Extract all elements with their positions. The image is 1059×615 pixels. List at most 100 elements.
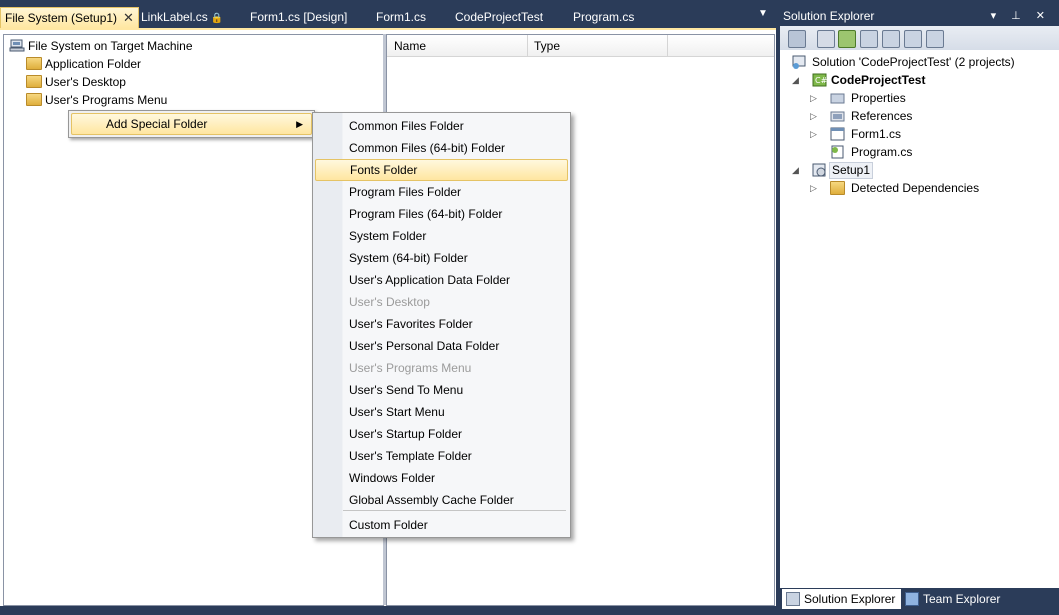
menu-item-users-startup[interactable]: User's Startup Folder <box>315 423 566 445</box>
file-system-editor-icon[interactable] <box>860 30 878 48</box>
setup-project-icon <box>812 163 826 177</box>
computer-icon <box>9 39 25 52</box>
menu-item-label: User's Application Data Folder <box>349 273 511 287</box>
column-header-name[interactable]: Name <box>387 35 528 56</box>
tree-item-properties[interactable]: ▷ Properties <box>810 89 1050 107</box>
menu-item-users-favorites[interactable]: User's Favorites Folder <box>315 313 566 335</box>
tab-label: Solution Explorer <box>804 592 896 606</box>
menu-item-gac-folder[interactable]: Global Assembly Cache Folder <box>315 489 566 511</box>
properties-folder-icon <box>830 93 845 104</box>
menu-item-label: Global Assembly Cache Folder <box>349 493 514 507</box>
document-tab-strip: File System (Setup1) ✕ LinkLabel.cs 🔒 Form… <box>0 7 776 28</box>
solution-node[interactable]: Solution 'CodeProjectTest' (2 projects) <box>792 53 1052 71</box>
tree-item-label: User's Programs Menu <box>45 93 168 107</box>
csharp-file-icon <box>831 145 844 159</box>
menu-item-label: User's Programs Menu <box>349 361 472 375</box>
tree-root-label: File System on Target Machine <box>28 39 193 53</box>
menu-item-add-special-folder[interactable]: Add Special Folder ▶ <box>71 113 312 135</box>
user-interface-editor-icon[interactable] <box>926 30 944 48</box>
tab-program-cs[interactable]: Program.cs <box>569 7 638 27</box>
menu-item-label: Fonts Folder <box>350 163 418 177</box>
expand-icon[interactable]: ▷ <box>810 125 820 143</box>
menu-item-system-64-folder[interactable]: System (64-bit) Folder <box>315 247 566 269</box>
lock-icon: 🔒 <box>210 13 224 24</box>
project-label: Setup1 <box>829 162 874 179</box>
references-icon <box>830 111 845 122</box>
tree-item-label: References <box>851 109 913 123</box>
menu-item-fonts-folder[interactable]: Fonts Folder <box>315 159 568 181</box>
menu-item-label: User's Send To Menu <box>349 383 464 397</box>
tab-team-explorer[interactable]: Team Explorer <box>901 589 1006 609</box>
tab-form1-cs[interactable]: Form1.cs <box>372 7 430 27</box>
list-header: Name Type <box>387 35 774 57</box>
folder-icon <box>26 93 42 106</box>
project-node-setup1[interactable]: ◢ Setup1 <box>792 161 1052 179</box>
tab-file-system-setup1[interactable]: File System (Setup1) ✕ <box>0 7 139 28</box>
menu-item-label: System Folder <box>349 229 427 243</box>
menu-item-label: Program Files (64-bit) Folder <box>349 207 503 221</box>
folder-icon <box>26 57 42 70</box>
tree-item-users-programs-menu[interactable]: User's Programs Menu <box>26 91 167 109</box>
menu-item-label: Add Special Folder <box>106 117 208 131</box>
tab-label: CodeProjectTest <box>455 10 544 24</box>
tree-item-references[interactable]: ▷ References <box>810 107 1050 125</box>
panel-tab-strip: Solution Explorer Team Explorer <box>780 588 1059 611</box>
menu-item-users-send-to[interactable]: User's Send To Menu <box>315 379 566 401</box>
menu-item-label: Custom Folder <box>349 518 428 532</box>
tab-solution-explorer[interactable]: Solution Explorer <box>782 589 902 609</box>
tree-root[interactable]: File System on Target Machine <box>9 37 193 55</box>
refresh-icon[interactable] <box>838 30 856 48</box>
menu-item-label: User's Favorites Folder <box>349 317 473 331</box>
column-header-type[interactable]: Type <box>527 35 668 56</box>
menu-item-program-files-64[interactable]: Program Files (64-bit) Folder <box>315 203 566 225</box>
tree-item-form1-cs[interactable]: ▷ Form1.cs <box>810 125 1050 143</box>
menu-item-custom-folder[interactable]: Custom Folder <box>315 514 566 536</box>
tab-codeprojecttest[interactable]: CodeProjectTest <box>451 7 547 27</box>
show-all-files-icon[interactable] <box>817 30 835 48</box>
menu-item-label: User's Personal Data Folder <box>349 339 500 353</box>
tab-label: LinkLabel.cs <box>141 10 208 24</box>
properties-icon[interactable] <box>788 30 806 48</box>
tree-item-users-desktop[interactable]: User's Desktop <box>26 73 126 91</box>
menu-item-users-template[interactable]: User's Template Folder <box>315 445 566 467</box>
tree-item-application-folder[interactable]: Application Folder <box>26 55 141 73</box>
solution-icon <box>792 55 806 69</box>
solution-explorer-header: Solution Explorer ▾ ⊥ ✕ <box>780 7 1059 26</box>
menu-item-label: Common Files (64-bit) Folder <box>349 141 506 155</box>
project-label: CodeProjectTest <box>831 73 926 87</box>
folder-icon <box>830 181 845 195</box>
special-folder-submenu: Common Files Folder Common Files (64-bit… <box>312 112 571 538</box>
team-explorer-icon <box>905 592 919 606</box>
tree-item-label: Properties <box>851 91 906 105</box>
expand-icon[interactable]: ▷ <box>810 89 820 107</box>
close-icon[interactable]: ✕ <box>123 10 134 25</box>
menu-item-users-start-menu[interactable]: User's Start Menu <box>315 401 566 423</box>
panel-window-buttons[interactable]: ▾ ⊥ ✕ <box>991 7 1051 26</box>
expand-icon[interactable]: ▷ <box>810 179 820 197</box>
menu-item-users-app-data[interactable]: User's Application Data Folder <box>315 269 566 291</box>
file-types-editor-icon[interactable] <box>904 30 922 48</box>
menu-item-windows-folder[interactable]: Windows Folder <box>315 467 566 489</box>
menu-item-users-personal-data[interactable]: User's Personal Data Folder <box>315 335 566 357</box>
tab-form1-design[interactable]: Form1.cs [Design] <box>246 7 351 27</box>
menu-item-system-folder[interactable]: System Folder <box>315 225 566 247</box>
tree-item-program-cs[interactable]: Program.cs <box>810 143 1050 161</box>
menu-item-program-files[interactable]: Program Files Folder <box>315 181 566 203</box>
project-node-codeprojecttest[interactable]: ◢ C# CodeProjectTest <box>792 71 1052 89</box>
registry-editor-icon[interactable] <box>882 30 900 48</box>
solution-tree[interactable]: Solution 'CodeProjectTest' (2 projects) … <box>780 50 1059 588</box>
submenu-arrow-icon: ▶ <box>296 119 303 129</box>
solution-explorer-icon <box>786 592 800 606</box>
tree-item-label: Detected Dependencies <box>851 181 980 195</box>
expand-icon[interactable]: ◢ <box>792 71 802 89</box>
menu-item-label: User's Desktop <box>349 295 430 309</box>
tree-item-detected-dependencies[interactable]: ▷ Detected Dependencies <box>810 179 1050 197</box>
tab-label: Program.cs <box>573 10 635 24</box>
menu-item-common-files-64[interactable]: Common Files (64-bit) Folder <box>315 137 566 159</box>
menu-item-common-files[interactable]: Common Files Folder <box>315 115 566 137</box>
tab-linklabel-cs[interactable]: LinkLabel.cs 🔒 <box>137 7 227 27</box>
expand-icon[interactable]: ▷ <box>810 107 820 125</box>
menu-item-label: User's Startup Folder <box>349 427 462 441</box>
chevron-down-icon[interactable]: ▼ <box>758 8 768 19</box>
expand-icon[interactable]: ◢ <box>792 161 802 179</box>
